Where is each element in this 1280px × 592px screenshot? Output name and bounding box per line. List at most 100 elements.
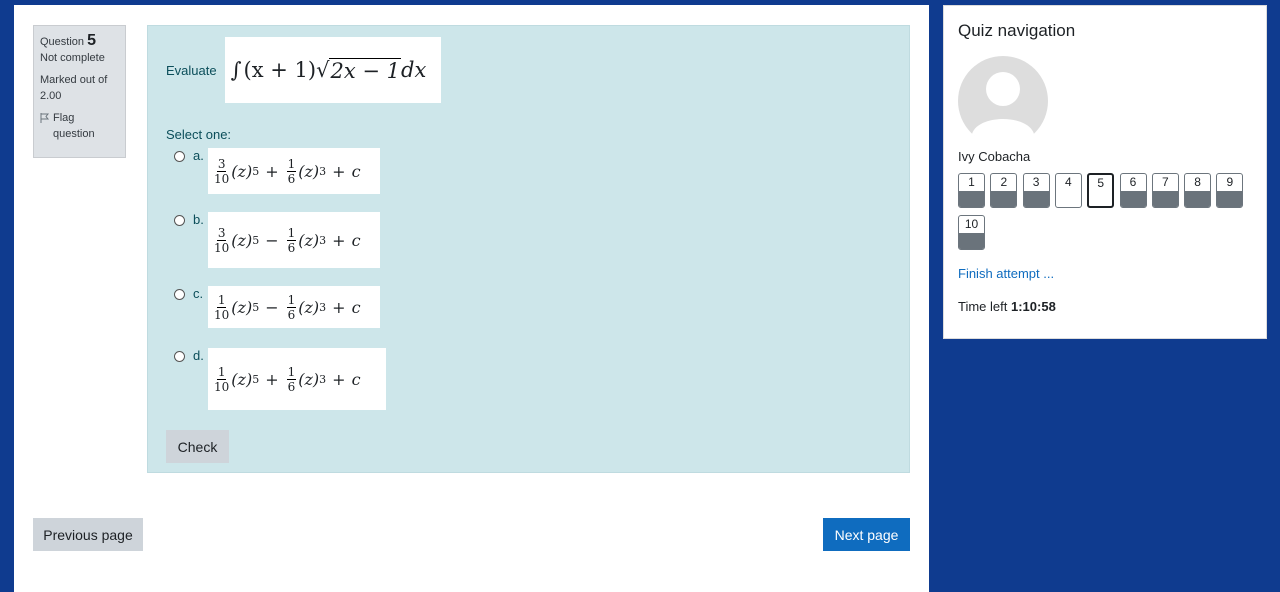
formula-dx: dx (401, 58, 427, 82)
formula-sqrt: √ 2x − 1 (316, 57, 401, 83)
operator: − (265, 230, 279, 250)
term-z-2: (z) (298, 161, 320, 181)
plus-operator: + (332, 369, 346, 389)
option-formula: 1 10 (z) 5−1 6 (z) 3 + c (208, 286, 380, 328)
option-letter: b. (193, 212, 204, 227)
power-2: 3 (319, 233, 327, 247)
coefficient-2: 16 (286, 364, 297, 394)
quiz-nav-button-label: 7 (1161, 175, 1169, 189)
user-name: Ivy Cobacha (958, 149, 1031, 164)
power-1: 5 (252, 164, 260, 178)
operator: + (265, 369, 279, 389)
option-letter: d. (193, 348, 204, 363)
avatar (958, 56, 1048, 146)
term-z-1: (z) (231, 161, 253, 181)
quiz-nav-button[interactable]: 10 (958, 215, 985, 250)
flag-question-label: Flag question (53, 112, 95, 140)
plus-operator: + (332, 230, 346, 250)
coefficient-1: 1 10 (214, 292, 230, 322)
quiz-nav-button-label: 8 (1194, 175, 1201, 189)
time-left: Time left 1:10:58 (958, 299, 1056, 314)
quiz-nav-button[interactable]: 4 (1054, 173, 1082, 208)
option-radio[interactable] (174, 215, 185, 226)
term-z-2: (z) (298, 297, 320, 317)
option-letter: a. (193, 148, 204, 163)
question-number-line: Question 5 (40, 33, 119, 50)
term-z-2: (z) (298, 369, 320, 389)
main-panel: Question 5 Not complete Marked out of 2.… (14, 5, 929, 592)
quiz-nav-button[interactable]: 8 (1184, 173, 1212, 208)
term-z-1: (z) (231, 297, 253, 317)
question-content: Evaluate ∫ (x + 1) √ 2x − 1 dx Select on… (147, 25, 910, 473)
quiz-nav-button[interactable]: 9 (1216, 173, 1244, 208)
answer-option[interactable]: a. 3 10 (z) 5 +1 6 (z) 3 + c (174, 148, 380, 194)
power-2: 3 (319, 164, 327, 178)
power-2: 3 (319, 372, 327, 386)
quiz-nav-button[interactable]: 2 (990, 173, 1018, 208)
power-1: 5 (252, 300, 260, 314)
question-number: 5 (87, 32, 96, 49)
finish-attempt-link[interactable]: Finish attempt ... (958, 266, 1054, 281)
formula-radicand: 2x − 1 (329, 57, 401, 83)
integral-formula: ∫ (x + 1) √ 2x − 1 dx (224, 37, 441, 103)
constant: c (351, 297, 361, 317)
quiz-nav-button[interactable]: 7 (1151, 173, 1179, 208)
power-1: 5 (252, 372, 260, 386)
quiz-nav-button-label: 6 (1129, 175, 1137, 189)
option-radio[interactable] (174, 351, 185, 362)
integral-sign: ∫ (230, 58, 242, 82)
constant: c (351, 161, 361, 181)
coefficient-1: 1 10 (214, 364, 230, 394)
quiz-nav-button-label: 9 (1226, 175, 1234, 189)
quiz-nav-button-label: 1 (968, 175, 975, 189)
check-button[interactable]: Check (166, 430, 229, 463)
quiz-nav-button-label: 2 (1000, 175, 1008, 189)
coefficient-2: 16 (286, 225, 297, 255)
constant: c (351, 230, 361, 250)
next-page-button[interactable]: Next page (823, 518, 910, 551)
term-z-1: (z) (231, 230, 253, 250)
quiz-nav-button-label: 5 (1097, 176, 1105, 190)
question-label: Question (40, 36, 85, 48)
term-z-2: (z) (298, 230, 320, 250)
evaluate-label: Evaluate (166, 62, 217, 78)
quiz-nav-button[interactable]: 3 (1022, 173, 1050, 208)
previous-page-button[interactable]: Previous page (33, 518, 143, 551)
coefficient-1: 3 10 (214, 156, 230, 186)
formula-lhs: (x + 1) (243, 58, 317, 82)
flag-icon (40, 113, 50, 123)
quiz-nav-button-label: 10 (964, 217, 979, 231)
answer-option[interactable]: d. 1 10 (z) 5 +1 6 (z) 3 + c (174, 348, 386, 410)
coefficient-2: 16 (286, 292, 297, 322)
quiz-navigation-panel: Quiz navigation Ivy Cobacha 1 2 3 4 5 6 7 8 9 10 … (943, 5, 1267, 339)
operator: − (265, 297, 279, 317)
option-letter: c. (193, 286, 204, 301)
option-radio[interactable] (174, 151, 185, 162)
quiz-nav-button[interactable]: 5 (1087, 173, 1115, 208)
option-radio[interactable] (174, 289, 185, 300)
coefficient-2: 16 (286, 156, 297, 186)
power-1: 5 (252, 233, 260, 247)
option-formula: 3 10 (z) 5−1 6 (z) 3 + c (208, 212, 380, 268)
select-one-label: Select one: (166, 127, 232, 142)
option-formula: 1 10 (z) 5 +1 6 (z) 3 + c (208, 348, 386, 410)
answer-option[interactable]: b. 3 10 (z) 5−1 6 (z) 3 + c (174, 212, 380, 268)
answer-option[interactable]: c. 1 10 (z) 5−1 6 (z) 3 + c (174, 286, 380, 328)
quiz-nav-button[interactable]: 1 (958, 173, 985, 208)
plus-operator: + (332, 161, 346, 181)
term-z-1: (z) (231, 369, 253, 389)
time-left-value: 1:10:58 (1010, 299, 1056, 314)
flag-question-link[interactable]: Flag question (40, 110, 119, 142)
question-status: Not complete (40, 52, 105, 64)
time-left-label: Time left (958, 299, 1008, 314)
quiz-nav-button-label: 4 (1065, 175, 1072, 189)
quiz-nav-button-label: 3 (1032, 175, 1040, 189)
coefficient-1: 3 10 (214, 225, 230, 255)
question-marks: Marked out of 2.00 (40, 74, 108, 102)
quiz-nav-button[interactable]: 6 (1119, 173, 1147, 208)
question-prompt: Evaluate ∫ (x + 1) √ 2x − 1 dx (166, 37, 441, 103)
sqrt-sign: √ (316, 57, 330, 82)
option-formula: 3 10 (z) 5 +1 6 (z) 3 + c (208, 148, 380, 194)
constant: c (351, 369, 361, 389)
question-info-box: Question 5 Not complete Marked out of 2.… (33, 25, 126, 158)
